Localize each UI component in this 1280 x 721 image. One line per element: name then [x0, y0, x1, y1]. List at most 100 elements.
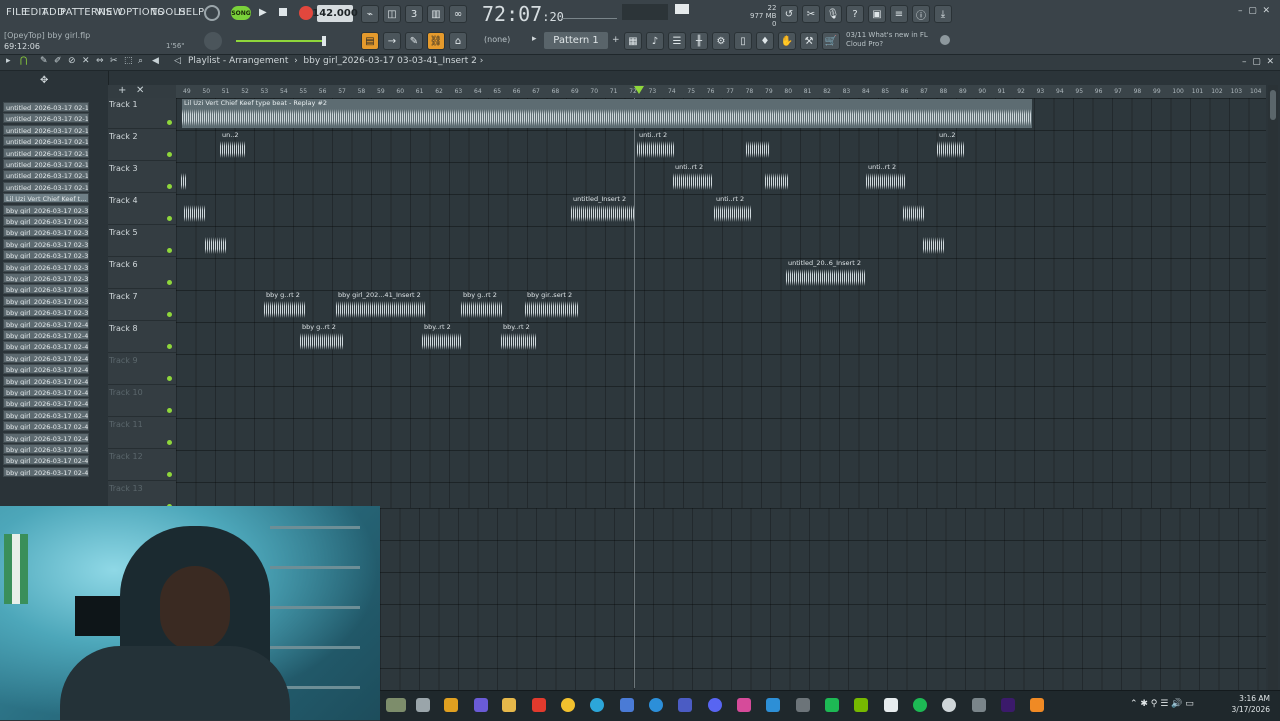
teams-icon[interactable]: [474, 698, 488, 712]
info-icon[interactable]: ⓘ: [912, 5, 930, 23]
notepad-icon[interactable]: [884, 698, 898, 712]
track-mute-led[interactable]: [167, 120, 172, 125]
browser-item[interactable]: bby girl_2026-03-17 02-35...: [3, 238, 89, 249]
audio-clip[interactable]: bby g..rt 2: [461, 291, 503, 320]
audio-clip[interactable]: [903, 195, 925, 224]
browser-nav-icon[interactable]: ✥: [40, 75, 48, 86]
track-mute-led[interactable]: [167, 376, 172, 381]
playlist-icon[interactable]: ▦: [624, 32, 642, 50]
microphone-icon[interactable]: 🎙: [824, 5, 842, 23]
app-green-icon[interactable]: [825, 698, 839, 712]
track-header[interactable]: Track 6: [108, 258, 176, 289]
record-button[interactable]: [299, 6, 313, 20]
wrench-icon[interactable]: ⚒: [800, 32, 818, 50]
master-volume-handle[interactable]: [322, 36, 326, 46]
file-explorer-icon[interactable]: [502, 698, 516, 712]
channel-rack-icon[interactable]: ☰: [668, 32, 686, 50]
browser-item[interactable]: bby girl_2026-03-17 02-41...: [3, 341, 89, 352]
track-header[interactable]: Track 10: [108, 386, 176, 417]
browser-item[interactable]: bby girl_2026-03-17 02-42...: [3, 352, 89, 363]
system-clock[interactable]: 3:16 AM 3/17/2026: [1232, 693, 1270, 715]
browser-item[interactable]: untitled_2026-03-17 02-16...: [3, 102, 89, 112]
track-header[interactable]: Track 1: [108, 98, 176, 129]
track-header[interactable]: Track 2: [108, 130, 176, 161]
playlist-snap-icon[interactable]: ▤: [361, 32, 379, 50]
timeline-ruler[interactable]: 49 50 51 52 53 54 55 56 57 58 59 60 61 62 63 64 65 66 67 68…: [176, 85, 1266, 99]
playlist-window-controls[interactable]: – ▢ ✕: [1242, 57, 1274, 67]
audio-clip[interactable]: unti..rt 2: [673, 163, 713, 192]
app-cloud-icon[interactable]: [766, 698, 780, 712]
audio-clip[interactable]: unti..rt 2: [866, 163, 906, 192]
paint-tool-icon[interactable]: ✐: [54, 56, 62, 66]
pattern-add-icon[interactable]: +: [612, 35, 620, 45]
audio-clip[interactable]: bby g..rt 2: [264, 291, 306, 320]
track-mute-led[interactable]: [167, 280, 172, 285]
mixer-view-icon[interactable]: ╫: [690, 32, 708, 50]
play-icon[interactable]: ▶: [259, 7, 267, 18]
link-icon[interactable]: ⛓: [427, 32, 445, 50]
playlist-breadcrumb[interactable]: bby girl_2026-03-17 03-03-41_Insert 2: [303, 56, 476, 66]
countdown-icon[interactable]: 3: [405, 5, 423, 23]
audio-clip[interactable]: untitled_Insert 2: [571, 195, 635, 224]
news-panel[interactable]: 03/11 What's new in FL Cloud Pro?: [846, 31, 928, 49]
audio-clip[interactable]: unti..rt 2: [637, 131, 675, 160]
browser-icon[interactable]: ▯: [734, 32, 752, 50]
browser-item[interactable]: untitled_2026-03-17 02-16...: [3, 113, 89, 124]
system-tray-icons[interactable]: ⌃ ✱ ⚲ ☰ 🔊 ▭: [1130, 699, 1194, 709]
audio-clip[interactable]: [765, 163, 789, 192]
audio-clip[interactable]: [746, 131, 770, 160]
app-blue-icon[interactable]: [649, 698, 663, 712]
browser-item[interactable]: bby girl_2026-03-17 02-36...: [3, 273, 89, 283]
track-mute-led[interactable]: [167, 472, 172, 477]
audio-clip[interactable]: [181, 163, 187, 192]
track-mute-led[interactable]: [167, 440, 172, 445]
track-header[interactable]: Track 4: [108, 194, 176, 225]
audio-clip[interactable]: bby gir..sert 2: [525, 291, 579, 320]
tempo-display[interactable]: 142.000: [312, 5, 358, 22]
playback-tool-icon[interactable]: ◀: [152, 56, 159, 66]
track-mute-led[interactable]: [167, 152, 172, 157]
metronome-icon[interactable]: ⌁: [361, 5, 379, 23]
pattern-prev-icon[interactable]: ▸: [532, 34, 537, 44]
master-volume-slider[interactable]: [236, 40, 326, 42]
step-edit-icon[interactable]: ▥: [427, 5, 445, 23]
browser-item[interactable]: bby girl_2026-03-17 02-45...: [3, 409, 89, 420]
help-icon[interactable]: ?: [846, 5, 864, 23]
save-icon[interactable]: ▣: [868, 5, 886, 23]
piano-roll-icon[interactable]: ♪: [646, 32, 664, 50]
vertical-scrollbar[interactable]: [1268, 85, 1278, 690]
copilot-icon[interactable]: [444, 698, 458, 712]
audio-clip[interactable]: un..2: [220, 131, 246, 160]
stop-icon[interactable]: [279, 8, 287, 16]
track-mute-led[interactable]: [167, 344, 172, 349]
audio-clip[interactable]: bby girl_202...41_Insert 2: [336, 291, 426, 320]
loop-record-icon[interactable]: ∞: [449, 5, 467, 23]
browser-item[interactable]: untitled_2026-03-17 02-16...: [3, 170, 89, 181]
app-purple-icon[interactable]: [678, 698, 692, 712]
snap-selector[interactable]: (none): [484, 35, 510, 44]
slice-tool-icon[interactable]: ✂: [110, 56, 118, 66]
track-header[interactable]: Track 3: [108, 162, 176, 193]
browser-item[interactable]: bby girl_2026-03-17 02-39...: [3, 307, 89, 318]
select-tool-icon[interactable]: ⬚: [124, 56, 133, 66]
browser-item[interactable]: bby girl_2026-03-17 02-34...: [3, 227, 89, 238]
browser-item[interactable]: bby girl_2026-03-17 02-40...: [3, 330, 89, 340]
menu-help[interactable]: HELP: [178, 7, 204, 18]
browser-item[interactable]: bby girl_2026-03-17 02-45...: [3, 398, 89, 409]
settings-icon[interactable]: [972, 698, 986, 712]
touch-keyboard-icon[interactable]: ✋: [778, 32, 796, 50]
app-red-icon[interactable]: [532, 698, 546, 712]
browser-item[interactable]: Lil Uzi Vert Chief Keef t...: [3, 193, 89, 204]
nvidia-icon[interactable]: [854, 698, 868, 712]
wait-input-icon[interactable]: ◫: [383, 5, 401, 23]
audio-clip[interactable]: [184, 195, 206, 224]
track-header[interactable]: Track 11: [108, 418, 176, 449]
audio-clip[interactable]: bby g..rt 2: [300, 323, 344, 352]
add-track-icon[interactable]: +: [118, 85, 126, 96]
track-mute-led[interactable]: [167, 184, 172, 189]
master-pitch-slider[interactable]: [562, 8, 617, 19]
track-mute-led[interactable]: [167, 408, 172, 413]
track-mute-led[interactable]: [167, 248, 172, 253]
pattern-selector[interactable]: Pattern 1: [544, 32, 608, 49]
browser-item[interactable]: bby girl_2026-03-17 02-39...: [3, 295, 89, 306]
